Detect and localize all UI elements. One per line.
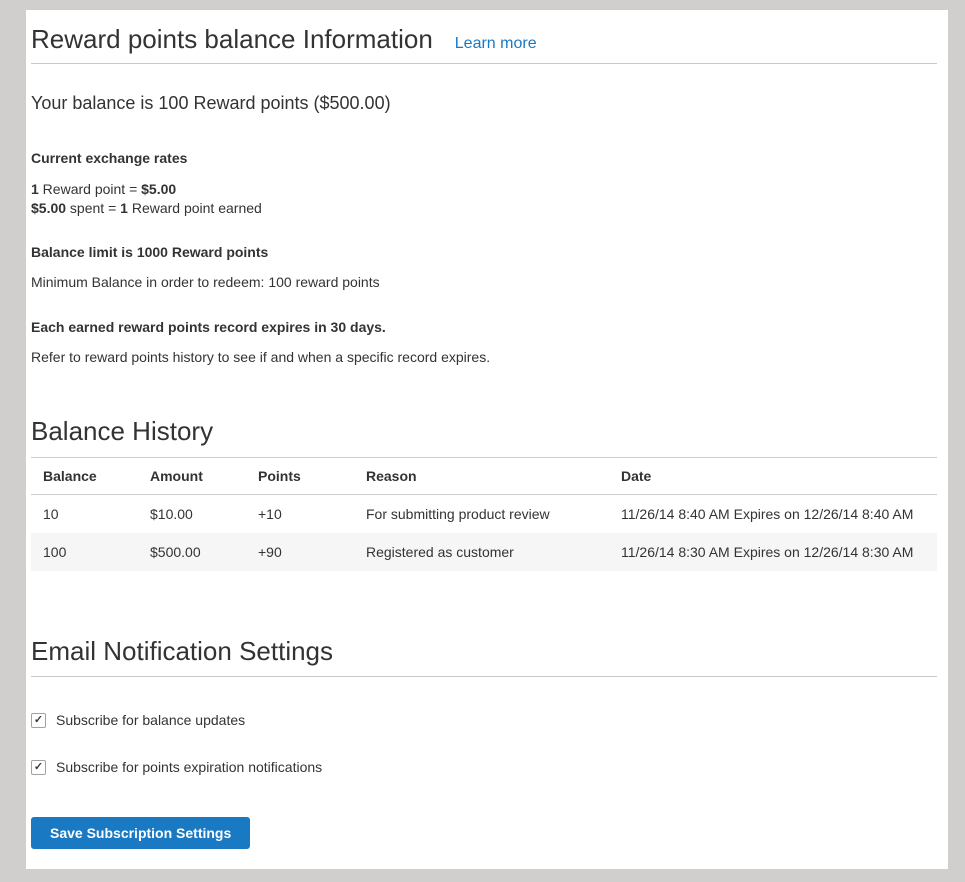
balance-history-section: Balance History Balance Amount Points Re… [31,415,937,571]
exchange-rates-heading: Current exchange rates [31,150,937,167]
email-notification-section: Email Notification Settings ✓ Subscribe … [31,635,937,849]
expiration-notifications-checkbox[interactable]: ✓ [31,760,46,775]
cell-amount: $10.00 [138,495,246,534]
cell-balance: 10 [31,495,138,534]
cell-date: 11/26/14 8:30 AM Expires on 12/26/14 8:3… [609,533,937,571]
email-notification-title: Email Notification Settings [31,635,937,667]
subscribe-expiration-notifications-option: ✓ Subscribe for points expiration notifi… [31,759,937,775]
cell-date: 11/26/14 8:40 AM Expires on 12/26/14 8:4… [609,495,937,534]
balance-limit-text: Balance limit is 1000 Reward points [31,244,937,261]
table-header-row: Balance Amount Points Reason Date [31,458,937,495]
column-header-reason: Reason [354,458,609,495]
column-header-points: Points [246,458,354,495]
column-header-balance: Balance [31,458,138,495]
cell-reason: Registered as customer [354,533,609,571]
page-title: Reward points balance Information [31,24,433,54]
exchange-rates-lines: 1 Reward point = $5.00 $5.00 spent = 1 R… [31,180,937,218]
cell-points: +90 [246,533,354,571]
column-header-date: Date [609,458,937,495]
column-header-amount: Amount [138,458,246,495]
reward-points-page: { "header": { "title": "Reward points ba… [0,0,965,882]
expiration-notifications-label: Subscribe for points expiration notifica… [56,759,322,775]
balance-updates-checkbox[interactable]: ✓ [31,713,46,728]
balance-updates-label: Subscribe for balance updates [56,712,245,728]
email-notification-header: Email Notification Settings [31,635,937,677]
balance-history-title: Balance History [31,415,937,447]
cell-reason: For submitting product review [354,495,609,534]
cell-points: +10 [246,495,354,534]
page-header: Reward points balance Information Learn … [31,24,937,64]
expiration-text: Each earned reward points record expires… [31,319,937,336]
balance-history-table: Balance Amount Points Reason Date 10 $10… [31,457,937,571]
exchange-rate-line-earn: $5.00 spent = 1 Reward point earned [31,199,937,218]
content-card: Reward points balance Information Learn … [26,10,948,869]
table-row: 10 $10.00 +10 For submitting product rev… [31,495,937,534]
expiration-note-text: Refer to reward points history to see if… [31,348,937,366]
learn-more-link[interactable]: Learn more [455,35,537,53]
table-row: 100 $500.00 +90 Registered as customer 1… [31,533,937,571]
cell-amount: $500.00 [138,533,246,571]
save-subscription-settings-button[interactable]: Save Subscription Settings [31,817,250,849]
subscribe-balance-updates-option: ✓ Subscribe for balance updates [31,712,937,728]
exchange-rate-line-redeem: 1 Reward point = $5.00 [31,180,937,199]
minimum-balance-text: Minimum Balance in order to redeem: 100 … [31,273,937,291]
cell-balance: 100 [31,533,138,571]
balance-summary: Your balance is 100 Reward points ($500.… [31,93,937,114]
